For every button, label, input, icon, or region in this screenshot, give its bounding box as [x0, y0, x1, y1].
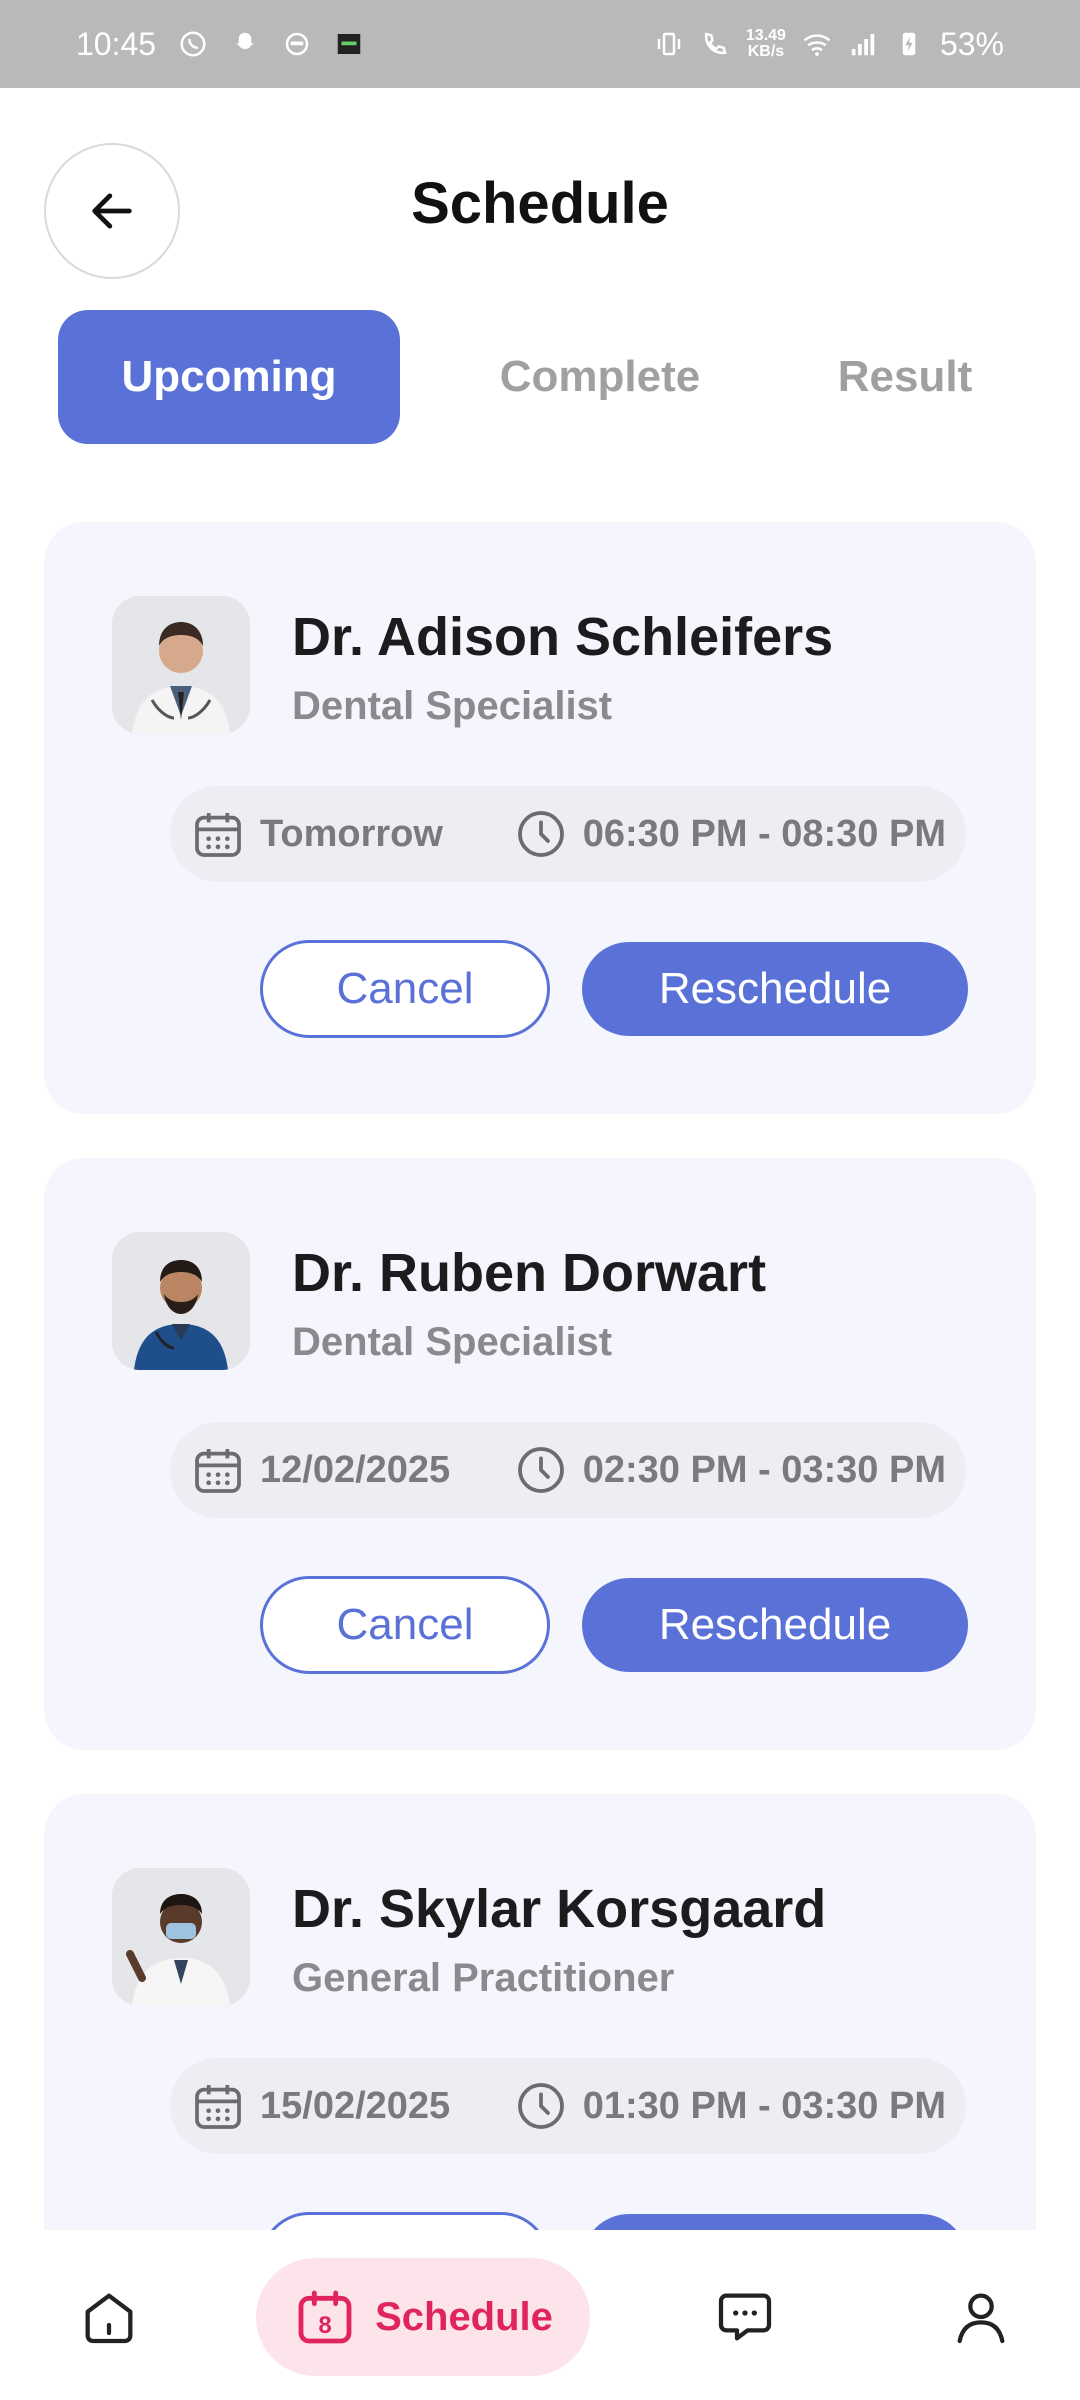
avatar	[112, 1232, 250, 1370]
status-bar: 10:45 13.49 KB/s 53%	[0, 0, 1080, 88]
tab-complete[interactable]: Complete	[462, 310, 738, 444]
chat-icon	[718, 2293, 772, 2341]
appointment-date: 12/02/2025	[260, 1448, 451, 1491]
tab-result[interactable]: Result	[788, 310, 1022, 444]
nav-schedule[interactable]: 8 Schedule	[256, 2258, 590, 2376]
nav-schedule-label: Schedule	[375, 2294, 553, 2339]
clock-icon	[517, 811, 564, 857]
doctor-specialty: General Practitioner	[292, 1956, 675, 2000]
doctor-name: Dr. Ruben Dorwart	[292, 1243, 767, 1303]
calendar-badge: 8	[318, 2312, 331, 2339]
nav-chat[interactable]	[686, 2258, 804, 2376]
appointment-date: Tomorrow	[260, 812, 443, 855]
whatsapp-icon	[178, 29, 208, 59]
calendar-icon	[195, 813, 241, 857]
net-speed-value: 13.49	[745, 27, 786, 44]
network-speed: 13.49 KB/s	[746, 28, 786, 60]
cancel-button[interactable]: Cancel	[260, 1576, 550, 1674]
profile-icon	[957, 2293, 1005, 2344]
tab-bar: Upcoming Complete Result	[58, 310, 1022, 444]
clock-icon	[517, 2083, 564, 2129]
doctor-specialty: Dental Specialist	[292, 1320, 613, 1364]
appointment-info: 12/02/2025 02:30 PM - 03:30 PM	[170, 1422, 966, 1518]
battery-icon	[894, 29, 924, 59]
avatar	[112, 596, 250, 734]
bottom-nav: 8 Schedule	[0, 2230, 1080, 2400]
doctor-specialty: Dental Specialist	[292, 684, 613, 728]
battery-percentage: 53%	[939, 25, 1004, 62]
nav-home[interactable]	[50, 2258, 168, 2376]
wifi-icon	[802, 29, 832, 59]
home-icon	[85, 2293, 133, 2344]
snapchat-icon	[230, 29, 260, 59]
doctor-name: Dr. Adison Schleifers	[292, 607, 834, 667]
appointment-time: 01:30 PM - 03:30 PM	[582, 2084, 946, 2127]
appointment-info: Tomorrow 06:30 PM - 08:30 PM	[170, 786, 966, 882]
calendar-icon: 8	[298, 2290, 352, 2344]
signal-icon	[848, 29, 878, 59]
vibrate-icon	[654, 29, 684, 59]
appointment-date: 15/02/2025	[260, 2084, 451, 2127]
helmet-icon	[282, 29, 312, 59]
page-title: Schedule	[411, 171, 669, 236]
net-speed-unit: KB/s	[747, 43, 785, 60]
calendar-icon	[195, 2085, 241, 2129]
game-icon	[334, 29, 364, 59]
appointment-time: 02:30 PM - 03:30 PM	[582, 1448, 946, 1491]
appointment-info: 15/02/2025 01:30 PM - 03:30 PM	[170, 2058, 966, 2154]
appointment-card: Dr. Adison Schleifers Dental Specialist …	[44, 522, 1036, 1114]
doctor-name: Dr. Skylar Korsgaard	[292, 1879, 827, 1939]
tab-upcoming[interactable]: Upcoming	[58, 310, 400, 444]
reschedule-button[interactable]: Reschedule	[582, 942, 968, 1036]
clock-icon	[517, 1447, 564, 1493]
avatar	[112, 1868, 250, 2006]
appointment-time: 06:30 PM - 08:30 PM	[582, 812, 946, 855]
cancel-button[interactable]: Cancel	[260, 940, 550, 1038]
reschedule-button[interactable]: Reschedule	[582, 1578, 968, 1672]
wifi-calling-icon	[700, 29, 730, 59]
nav-profile[interactable]	[922, 2258, 1040, 2376]
calendar-icon	[195, 1449, 241, 1493]
appointment-card: Dr. Ruben Dorwart Dental Specialist 12/0…	[44, 1158, 1036, 1750]
status-time: 10:45	[76, 25, 157, 62]
